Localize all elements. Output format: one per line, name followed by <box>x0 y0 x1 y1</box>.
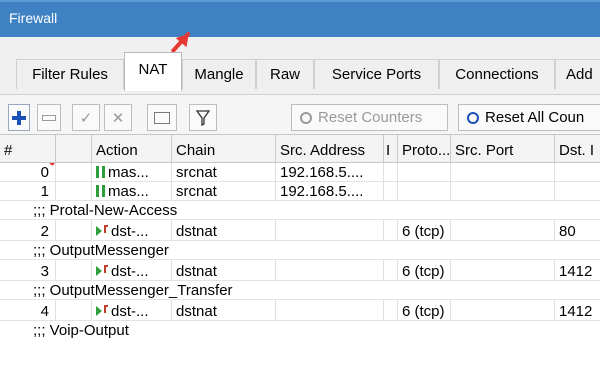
comment-button[interactable] <box>147 104 177 131</box>
tab-connections[interactable]: Connections <box>439 59 555 89</box>
funnel-filter-icon <box>196 109 210 126</box>
rule-comment: ;;; Protal-New-Access <box>33 202 178 219</box>
nat-rules-table: # Action Chain Src. Address I Proto... S… <box>0 134 600 381</box>
comment-row[interactable]: ;;; OutputMessenger <box>0 241 600 260</box>
rule-dst-port: 1412 <box>555 300 600 321</box>
dst-nat-icon <box>96 226 102 236</box>
column-dst-port[interactable]: Dst. I <box>555 135 600 162</box>
table-row[interactable]: 1 mas... srcnat 192.168.5.... <box>0 182 600 201</box>
rule-number: 0 <box>0 163 56 182</box>
dst-nat-icon <box>96 306 102 316</box>
column-src-address[interactable]: Src. Address <box>276 135 384 162</box>
checkmark-icon: ✓ <box>79 109 93 127</box>
rule-src-address: 192.168.5.... <box>276 163 384 182</box>
reset-all-counters-icon <box>467 111 479 124</box>
column-blank[interactable] <box>56 135 92 162</box>
rule-protocol: 6 (tcp) <box>398 260 451 281</box>
reset-counters-label: Reset Counters <box>318 109 423 126</box>
rule-action: mas... <box>92 163 172 182</box>
disable-button[interactable]: ✕ <box>104 104 132 131</box>
plus-icon <box>12 110 26 125</box>
rule-number: 4 <box>0 300 56 321</box>
filter-button[interactable] <box>189 104 217 131</box>
rule-protocol <box>398 182 451 201</box>
column-number[interactable]: # <box>0 135 56 162</box>
column-in-interface[interactable]: I <box>384 135 398 162</box>
rule-action: mas... <box>92 182 172 201</box>
rule-dst-port <box>555 182 600 201</box>
rule-src-address <box>276 300 384 321</box>
column-chain[interactable]: Chain <box>172 135 276 162</box>
reset-counters-icon <box>300 111 312 124</box>
action-label: dst-... <box>111 223 149 240</box>
reset-all-counters-label: Reset All Coun <box>485 109 585 126</box>
rule-dst-port: 80 <box>555 220 600 241</box>
rule-chain: dstnat <box>172 260 276 281</box>
cross-icon: ✕ <box>111 109 125 127</box>
rule-src-address <box>276 220 384 241</box>
column-action[interactable]: Action <box>92 135 172 162</box>
reset-counters-button[interactable]: Reset Counters <box>291 104 448 131</box>
column-protocol[interactable]: Proto... <box>398 135 451 162</box>
tab-nat[interactable]: NAT <box>124 52 182 91</box>
window-title: Firewall <box>9 10 58 26</box>
action-label: mas... <box>108 183 149 200</box>
rule-chain: dstnat <box>172 220 276 241</box>
rule-number: 3 <box>0 260 56 281</box>
reset-all-counters-button[interactable]: Reset All Coun <box>458 104 600 131</box>
window-titlebar: Firewall <box>0 0 600 37</box>
rule-action: dst-... <box>92 260 172 281</box>
rule-comment: ;;; OutputMessenger_Transfer <box>33 282 233 299</box>
tab-service-ports[interactable]: Service Ports <box>314 59 439 89</box>
dst-nat-icon <box>96 266 102 276</box>
rule-number: 2 <box>0 220 56 241</box>
rule-comment: ;;; OutputMessenger <box>33 242 169 259</box>
masquerade-icon <box>96 185 105 197</box>
rule-action: dst-... <box>92 220 172 241</box>
tab-filter-rules[interactable]: Filter Rules <box>16 59 124 89</box>
comment-row[interactable]: ;;; Voip-Output <box>0 321 600 340</box>
table-header: # Action Chain Src. Address I Proto... S… <box>0 134 600 163</box>
comment-icon <box>154 111 170 124</box>
minus-icon <box>42 114 56 121</box>
comment-row[interactable]: ;;; OutputMessenger_Transfer <box>0 281 600 300</box>
rule-chain: srcnat <box>172 163 276 182</box>
table-row[interactable]: 0 mas... srcnat 192.168.5.... <box>0 163 600 182</box>
column-src-port[interactable]: Src. Port <box>451 135 555 162</box>
action-label: dst-... <box>111 263 149 280</box>
rule-chain: dstnat <box>172 300 276 321</box>
rule-protocol: 6 (tcp) <box>398 300 451 321</box>
table-row[interactable]: 3 dst-... dstnat 6 (tcp) 1412 <box>0 260 600 281</box>
masquerade-icon <box>96 166 105 178</box>
tab-raw[interactable]: Raw <box>256 59 314 89</box>
action-label: dst-... <box>111 303 149 320</box>
rule-comment: ;;; Voip-Output <box>33 322 129 339</box>
rule-dst-port <box>555 163 600 182</box>
rule-action: dst-... <box>92 300 172 321</box>
remove-button[interactable] <box>37 104 61 131</box>
rule-protocol: 6 (tcp) <box>398 220 451 241</box>
rule-src-address: 192.168.5.... <box>276 182 384 201</box>
table-row[interactable]: 4 dst-... dstnat 6 (tcp) 1412 <box>0 300 600 321</box>
tab-mangle[interactable]: Mangle <box>182 59 256 89</box>
tab-address-lists[interactable]: Add <box>555 59 600 89</box>
comment-row[interactable]: ;;; Protal-New-Access <box>0 201 600 220</box>
tab-bar: Filter Rules NAT Mangle Raw Service Port… <box>0 37 600 94</box>
enable-button[interactable]: ✓ <box>72 104 100 131</box>
rule-src-address <box>276 260 384 281</box>
toolbar: ✓ ✕ Reset Counters Reset All Coun <box>0 94 600 135</box>
table-row[interactable]: 2 dst-... dstnat 6 (tcp) 80 <box>0 220 600 241</box>
action-label: mas... <box>108 164 149 181</box>
rule-number: 1 <box>0 182 56 201</box>
rule-dst-port: 1412 <box>555 260 600 281</box>
rule-protocol <box>398 163 451 182</box>
add-button[interactable] <box>8 104 30 131</box>
rule-chain: srcnat <box>172 182 276 201</box>
